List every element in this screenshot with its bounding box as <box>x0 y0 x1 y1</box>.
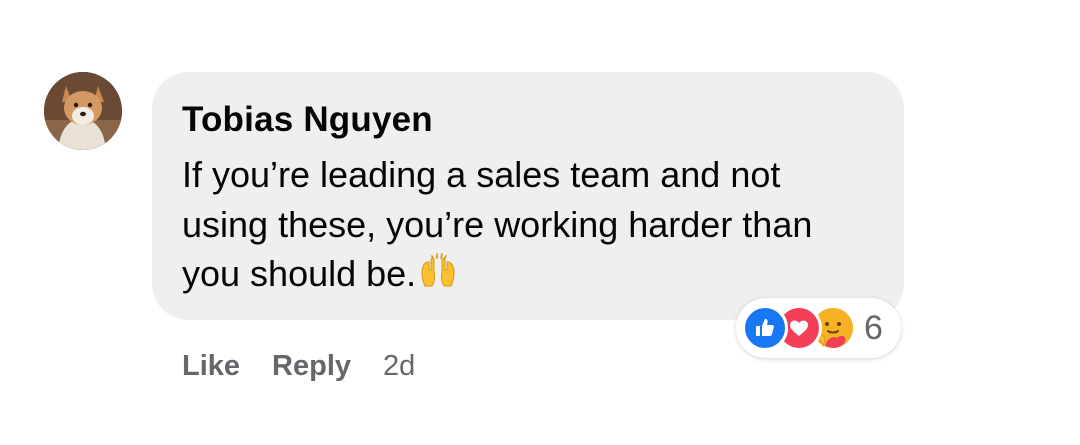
comment-author[interactable]: Tobias Nguyen <box>182 96 874 144</box>
comment-actions: Like Reply 2d <box>182 348 415 384</box>
comment-body: If you’re leading a sales team and not u… <box>182 150 842 303</box>
dog-avatar-icon <box>44 72 122 150</box>
raising-hands-icon <box>418 250 458 303</box>
avatar[interactable] <box>44 72 122 150</box>
reaction-count[interactable]: 6 <box>864 309 883 348</box>
like-button[interactable]: Like <box>182 348 240 384</box>
comment-text: If you’re leading a sales team and not u… <box>182 154 813 294</box>
reply-button[interactable]: Reply <box>272 348 351 384</box>
reactions-summary[interactable]: 6 <box>736 298 901 358</box>
comment-bubble: Tobias Nguyen If you’re leading a sales … <box>152 72 904 320</box>
comment-timestamp[interactable]: 2d <box>383 348 415 384</box>
like-reaction-icon <box>742 305 788 351</box>
reaction-icons <box>742 305 856 351</box>
